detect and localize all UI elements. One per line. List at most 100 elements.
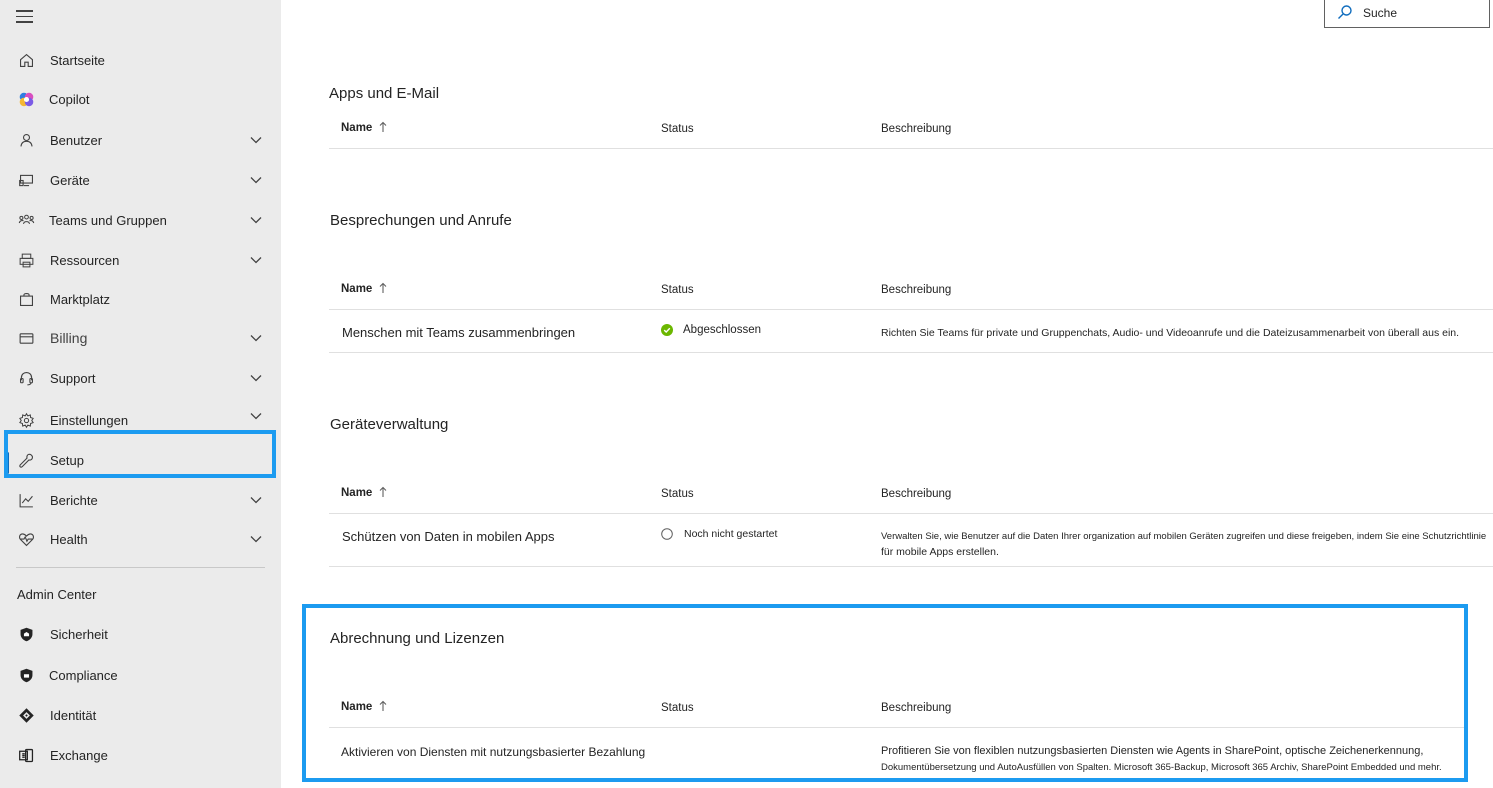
heart-pulse-icon (17, 530, 35, 548)
status-completed: Abgeschlossen (661, 324, 761, 336)
sidebar-item-berichte[interactable]: Berichte (0, 480, 281, 520)
devices-icon (17, 171, 35, 189)
hamburger-menu-icon[interactable] (16, 10, 36, 26)
sidebar-item-label: Geräte (50, 172, 90, 188)
section-title-billing-licenses: Abrechnung und Lizenzen (330, 630, 505, 647)
table-row-description-line1: Profitieren Sie von flexiblen nutzungsba… (881, 745, 1424, 757)
copilot-icon (17, 90, 35, 108)
table-row-description-line2: Dokumentübersetzung und AutoAusfüllen vo… (881, 762, 1442, 773)
sidebar-item-identitaet[interactable]: Identität (0, 695, 281, 735)
shield-icon (17, 666, 35, 684)
sidebar-item-label: Sicherheit (50, 626, 108, 642)
wrench-icon (17, 451, 35, 469)
sort-ascending-icon[interactable] (378, 121, 388, 133)
sidebar-item-setup[interactable]: Setup (0, 440, 281, 480)
shield-icon (17, 625, 35, 643)
table-row-description-line1: Verwalten Sie, wie Benutzer auf die Date… (881, 531, 1487, 542)
sidebar-item-label: Marktplatz (50, 291, 110, 307)
sidebar-item-billing[interactable]: Billing (0, 318, 281, 358)
sort-ascending-icon[interactable] (378, 282, 388, 294)
column-header-description[interactable]: Beschreibung (881, 284, 951, 296)
search-placeholder: Suche (1363, 6, 1398, 20)
sidebar-item-label: Identität (50, 707, 97, 723)
sort-ascending-icon[interactable] (378, 700, 388, 712)
sidebar-item-teams-und-gruppen[interactable]: Teams und Gruppen (0, 200, 281, 240)
table-divider (329, 352, 1493, 353)
table-row-description: Richten Sie Teams für private und Gruppe… (881, 327, 1460, 339)
column-header-name[interactable]: Name (341, 487, 372, 499)
sidebar-item-label: Teams und Gruppen (49, 212, 167, 228)
status-not-started: Noch nicht gestartet (661, 528, 777, 540)
table-row-name[interactable]: Aktivieren von Diensten mit nutzungsbasi… (341, 745, 645, 759)
sidebar-item-sicherheit[interactable]: Sicherheit (0, 614, 281, 654)
sidebar: Startseite Copilot Benutzer Geräte Teams… (0, 0, 281, 788)
column-header-description[interactable]: Beschreibung (881, 702, 951, 714)
status-text: Noch nicht gestartet (684, 528, 778, 540)
sidebar-item-einstellungen[interactable]: Einstellungen (0, 400, 281, 440)
column-header-description[interactable]: Beschreibung (881, 123, 951, 135)
chart-icon (17, 491, 35, 509)
sidebar-item-label: Support (50, 370, 96, 386)
column-header-status[interactable]: Status (661, 284, 694, 296)
sidebar-item-startseite[interactable]: Startseite (0, 40, 281, 80)
sidebar-item-label: Berichte (50, 492, 98, 508)
search-icon (1338, 5, 1352, 19)
sidebar-item-label: Ressourcen (50, 252, 120, 268)
sidebar-item-copilot[interactable]: Copilot (0, 79, 281, 119)
table-divider (329, 566, 1493, 567)
table-row-description-line2: für mobile Apps erstellen. (881, 546, 999, 558)
column-header-status[interactable]: Status (661, 123, 694, 135)
column-header-description[interactable]: Beschreibung (881, 488, 951, 500)
sidebar-item-label: Startseite (50, 52, 105, 68)
sidebar-item-ressourcen[interactable]: Ressourcen (0, 240, 281, 280)
sidebar-item-health[interactable]: Health (0, 519, 281, 559)
table-divider (329, 513, 1493, 514)
chevron-down-icon[interactable] (249, 532, 263, 546)
chevron-down-icon[interactable] (249, 409, 263, 423)
chevron-down-icon[interactable] (249, 253, 263, 267)
table-row-name[interactable]: Schützen von Daten in mobilen Apps (342, 529, 554, 544)
table-row-name[interactable]: Menschen mit Teams zusammenbringen (342, 325, 575, 340)
chevron-down-icon[interactable] (249, 173, 263, 187)
column-header-name[interactable]: Name (341, 283, 372, 295)
table-divider (329, 727, 1464, 728)
chevron-down-icon[interactable] (249, 331, 263, 345)
people-team-icon (17, 211, 35, 229)
sidebar-item-label: Health (50, 531, 88, 547)
column-header-status[interactable]: Status (661, 488, 694, 500)
admin-center-header: Admin Center (17, 587, 97, 602)
empty-circle-icon (661, 528, 673, 540)
chevron-down-icon[interactable] (249, 371, 263, 385)
user-icon (17, 131, 35, 149)
credit-card-icon (17, 329, 35, 347)
checkmark-circle-icon (661, 324, 673, 336)
sidebar-item-support[interactable]: Support (0, 358, 281, 398)
sidebar-item-label: Benutzer (50, 132, 103, 148)
search-input[interactable]: Suche (1324, 0, 1490, 28)
sidebar-item-label: Setup (50, 452, 84, 468)
sidebar-item-geraete[interactable]: Geräte (0, 160, 281, 200)
section-title-apps: Apps und E-Mail (329, 85, 440, 102)
chevron-down-icon[interactable] (249, 133, 263, 147)
section-title-meetings: Besprechungen und Anrufe (330, 212, 512, 229)
sort-ascending-icon[interactable] (378, 486, 388, 498)
column-header-name[interactable]: Name (341, 701, 372, 713)
chevron-down-icon[interactable] (249, 213, 263, 227)
column-header-status[interactable]: Status (661, 702, 694, 714)
sidebar-item-label: Billing (50, 330, 88, 346)
sidebar-item-label: Compliance (49, 667, 118, 683)
shopping-bag-icon (17, 290, 35, 308)
column-header-name[interactable]: Name (341, 122, 372, 134)
sidebar-item-marktplatz[interactable]: Marktplatz (0, 279, 281, 319)
sidebar-item-compliance[interactable]: Compliance (0, 655, 281, 695)
sidebar-item-benutzer[interactable]: Benutzer (0, 120, 281, 160)
table-divider (329, 148, 1493, 149)
sidebar-item-label: Exchange (50, 747, 108, 763)
active-indicator (6, 452, 9, 474)
chevron-down-icon[interactable] (249, 493, 263, 507)
headset-icon (17, 369, 35, 387)
sidebar-item-exchange[interactable]: Exchange (0, 735, 281, 775)
home-icon (17, 51, 35, 69)
status-text: Abgeschlossen (683, 324, 761, 336)
sidebar-item-label: Einstellungen (50, 412, 129, 428)
